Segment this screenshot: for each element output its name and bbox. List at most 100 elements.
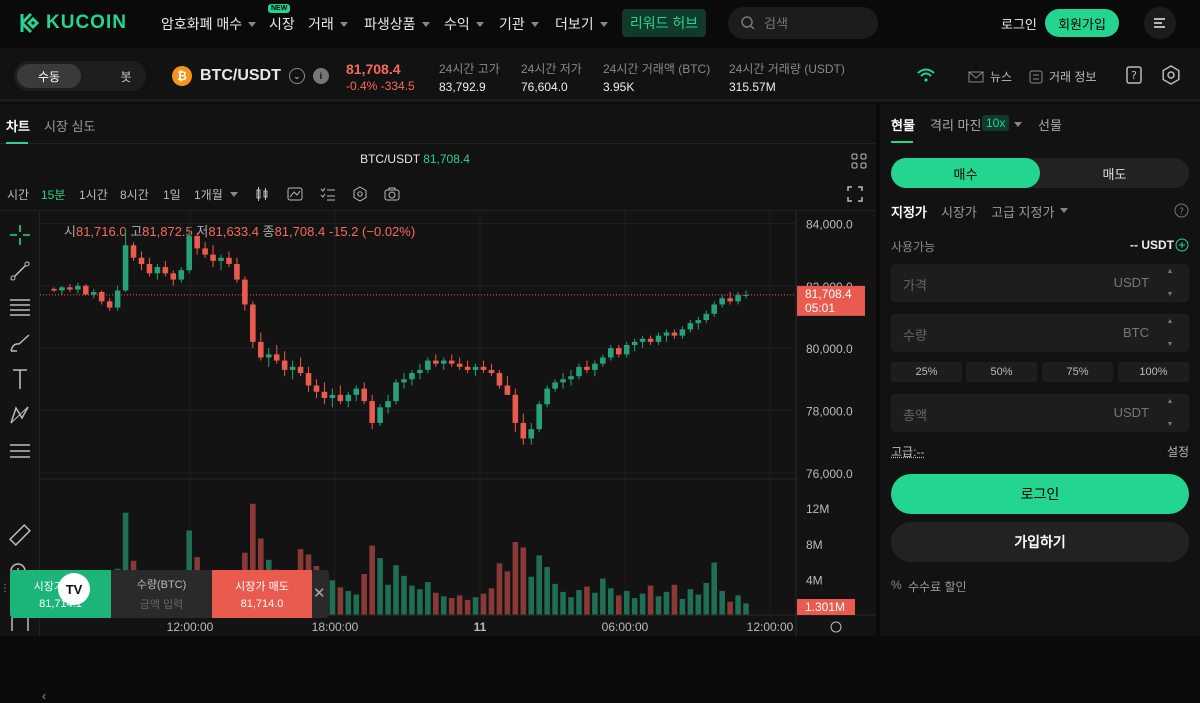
quantity-field[interactable]: 수량 BTC ▲ ▼ bbox=[891, 314, 1189, 352]
advanced-label[interactable]: 고급:-- bbox=[891, 443, 924, 460]
layout-grid-icon[interactable] bbox=[851, 153, 867, 169]
search-input[interactable] bbox=[764, 16, 864, 31]
order-type-advanced[interactable]: 고급 지정가 bbox=[991, 202, 1054, 221]
nav-markets[interactable]: 시장 bbox=[269, 14, 295, 34]
pct-75-button[interactable]: 75% bbox=[1042, 362, 1113, 382]
nav-buy-crypto[interactable]: 암호화폐 매수 bbox=[161, 14, 256, 34]
tradingview-logo[interactable]: TV bbox=[58, 573, 90, 605]
ticker-bar: 수동 봇 ₿ BTC/USDT ⌄ i 81,708.4 -0.4% -334.… bbox=[0, 48, 1200, 102]
market-sell-button[interactable]: 시장가 매도 81,714.0 bbox=[212, 570, 312, 618]
time-axis-label: 12:00:00 bbox=[747, 620, 794, 634]
stepper-up-icon[interactable]: ▲ bbox=[1167, 318, 1174, 325]
search-box[interactable] bbox=[728, 7, 878, 39]
login-button[interactable]: 로그인 bbox=[891, 474, 1189, 514]
trade-info-link[interactable]: 거래 정보 bbox=[1029, 68, 1097, 85]
close-icon[interactable]: ✕ bbox=[313, 584, 326, 602]
add-circle-icon[interactable] bbox=[1175, 238, 1189, 252]
ruler-icon[interactable] bbox=[8, 523, 32, 547]
signup-button[interactable]: 회원가입 bbox=[1045, 9, 1119, 37]
help-icon[interactable]: ? bbox=[1125, 66, 1143, 84]
stepper-down-icon[interactable]: ▼ bbox=[1167, 421, 1174, 428]
volume-bar bbox=[592, 593, 598, 615]
camera-icon[interactable] bbox=[384, 186, 400, 202]
stepper-up-icon[interactable]: ▲ bbox=[1167, 268, 1174, 275]
tab-depth[interactable]: 시장 심도 bbox=[44, 116, 95, 135]
interval-time[interactable]: 시간 bbox=[7, 186, 29, 203]
nav-more[interactable]: 더보기 bbox=[555, 14, 608, 34]
time-axis-label: 12:00:00 bbox=[167, 620, 214, 634]
tab-spot[interactable]: 현물 bbox=[891, 115, 915, 134]
horizontal-lines-icon[interactable] bbox=[8, 295, 32, 319]
tab-futures[interactable]: 선물 bbox=[1038, 115, 1062, 134]
order-type-limit[interactable]: 지정가 bbox=[891, 202, 927, 221]
chevron-down-icon[interactable] bbox=[1014, 122, 1022, 127]
candle-body bbox=[481, 367, 487, 370]
pair-selector[interactable]: ₿ BTC/USDT ⌄ i bbox=[172, 66, 329, 86]
chart-area[interactable]: 시81,716.0 고81,872.5 저81,633.4 종81,708.4 … bbox=[0, 210, 876, 636]
nav-institutional[interactable]: 기관 bbox=[499, 14, 539, 34]
total-stepper[interactable]: ▲ ▼ bbox=[1161, 398, 1179, 428]
reward-hub-button[interactable]: 리워드 허브 bbox=[622, 9, 706, 37]
interval-1h[interactable]: 1시간 bbox=[79, 186, 108, 203]
stepper-up-icon[interactable]: ▲ bbox=[1167, 398, 1174, 405]
sell-tab[interactable]: 매도 bbox=[1040, 158, 1189, 188]
pct-50-button[interactable]: 50% bbox=[966, 362, 1037, 382]
quantity-stepper[interactable]: ▲ ▼ bbox=[1161, 318, 1179, 348]
nav-trade[interactable]: 거래 bbox=[308, 14, 348, 34]
menu-button[interactable] bbox=[1144, 7, 1176, 39]
nav-earn[interactable]: 수익 bbox=[444, 14, 484, 34]
candle-type-icon[interactable] bbox=[254, 186, 270, 202]
fib-icon[interactable] bbox=[8, 439, 32, 463]
interval-1mo[interactable]: 1개월 bbox=[194, 186, 223, 203]
quick-qty-field[interactable]: 수량(BTC) 금액 입력 bbox=[111, 570, 212, 618]
drag-handle-icon[interactable]: ⋮ bbox=[0, 583, 6, 603]
price-field[interactable]: 가격 USDT ▲ ▼ bbox=[891, 264, 1189, 302]
volume-bar bbox=[330, 580, 336, 615]
text-tool-icon[interactable] bbox=[8, 367, 32, 391]
fullscreen-icon[interactable] bbox=[847, 186, 863, 202]
trend-line-icon[interactable] bbox=[8, 259, 32, 283]
pct-25-button[interactable]: 25% bbox=[891, 362, 962, 382]
crosshair-icon[interactable] bbox=[8, 223, 32, 247]
help-circle-icon[interactable]: ? bbox=[1174, 203, 1189, 218]
buy-tab[interactable]: 매수 bbox=[891, 158, 1040, 188]
volume-bar bbox=[409, 586, 415, 615]
settings-link[interactable]: 설정 bbox=[1167, 443, 1189, 460]
mode-bot-tab[interactable]: 봇 bbox=[94, 64, 158, 88]
info-icon[interactable]: i bbox=[313, 68, 329, 84]
join-button[interactable]: 가입하기 bbox=[891, 522, 1189, 562]
gear-icon[interactable] bbox=[1161, 65, 1181, 85]
candle-body bbox=[282, 361, 288, 370]
fee-discount-link[interactable]: 수수료 할인 bbox=[908, 578, 967, 595]
mode-manual-tab[interactable]: 수동 bbox=[17, 64, 81, 88]
stepper-down-icon[interactable]: ▼ bbox=[1167, 291, 1174, 298]
collapse-left-icon[interactable]: ‹ bbox=[42, 689, 46, 703]
price-stepper[interactable]: ▲ ▼ bbox=[1161, 268, 1179, 298]
brush-icon[interactable] bbox=[8, 331, 32, 355]
svg-text:?: ? bbox=[1131, 69, 1137, 82]
stepper-down-icon[interactable]: ▼ bbox=[1167, 341, 1174, 348]
indicators-icon[interactable] bbox=[287, 186, 303, 202]
tab-isolated-margin[interactable]: 격리 마진 bbox=[930, 115, 981, 134]
pct-100-button[interactable]: 100% bbox=[1118, 362, 1189, 382]
nav-derivatives[interactable]: 파생상품 bbox=[364, 14, 430, 34]
tab-chart[interactable]: 차트 bbox=[6, 116, 30, 135]
chart-title-price: 81,708.4 bbox=[423, 152, 470, 166]
settings-hex-icon[interactable] bbox=[352, 186, 368, 202]
templates-icon[interactable] bbox=[320, 186, 336, 202]
price-axis-label: 84,000.0 bbox=[806, 217, 853, 231]
chevron-down-icon[interactable] bbox=[1060, 208, 1068, 213]
hamburger-icon bbox=[1153, 17, 1167, 29]
chevron-down-icon[interactable]: ⌄ bbox=[289, 68, 305, 84]
pattern-icon[interactable] bbox=[8, 403, 32, 427]
order-type-market[interactable]: 시장가 bbox=[941, 202, 977, 221]
total-field[interactable]: 총액 USDT ▲ ▼ bbox=[891, 394, 1189, 432]
kucoin-logo[interactable]: KUCOIN bbox=[18, 12, 127, 34]
interval-15m[interactable]: 15분 bbox=[41, 186, 65, 203]
nav-earn-label: 수익 bbox=[444, 14, 470, 34]
interval-8h[interactable]: 8시간 bbox=[120, 186, 149, 203]
news-link[interactable]: 뉴스 bbox=[968, 68, 1012, 85]
interval-1d[interactable]: 1일 bbox=[163, 186, 181, 203]
candle-body bbox=[274, 354, 280, 360]
login-link[interactable]: 로그인 bbox=[1001, 14, 1037, 33]
